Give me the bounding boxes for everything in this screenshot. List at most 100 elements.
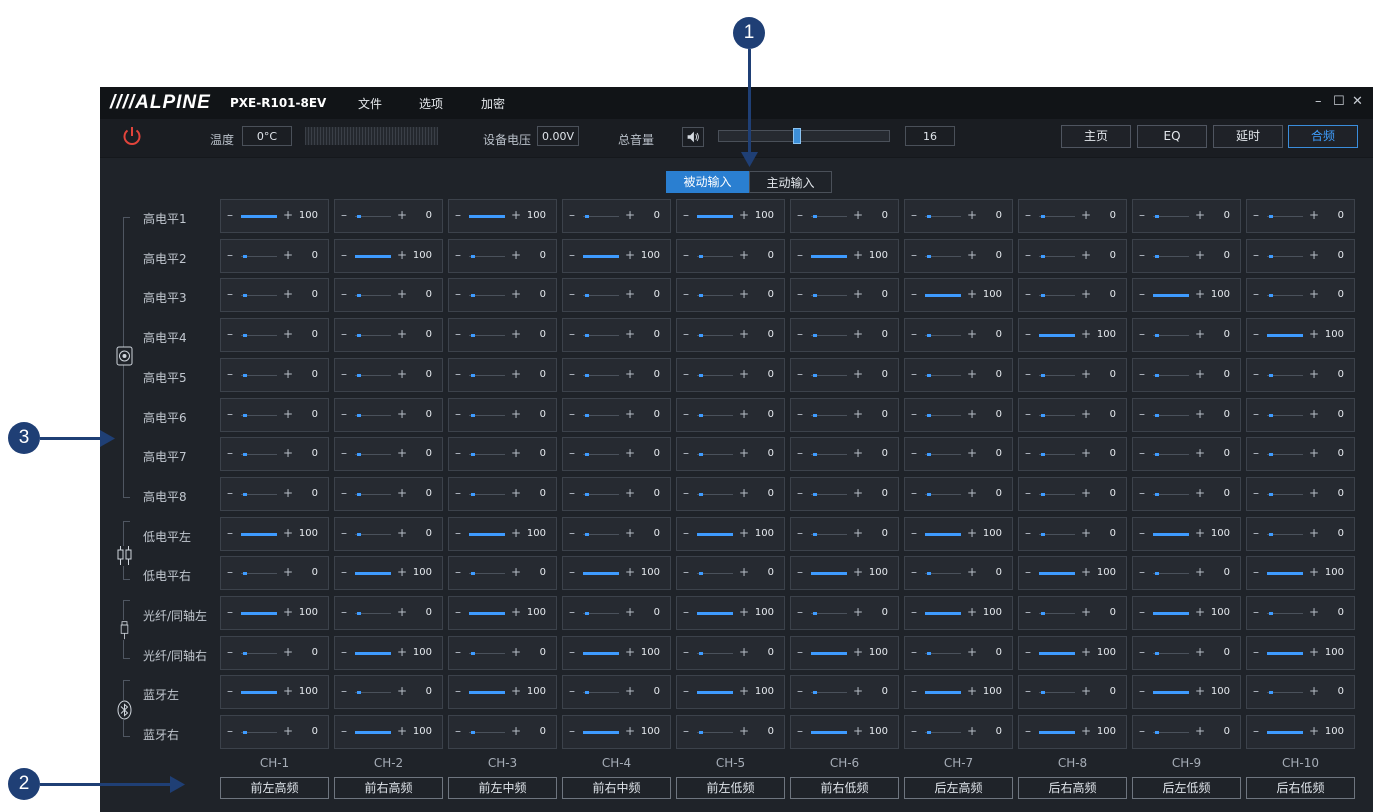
decrease-button[interactable]: – bbox=[227, 327, 233, 341]
decrease-button[interactable]: – bbox=[797, 407, 803, 421]
maximize-icon[interactable]: ☐ bbox=[1333, 94, 1345, 109]
mix-cell[interactable]: – +0 bbox=[904, 556, 1013, 591]
increase-button[interactable]: + bbox=[283, 605, 293, 619]
increase-button[interactable]: + bbox=[853, 446, 863, 460]
increase-button[interactable]: + bbox=[1195, 327, 1205, 341]
mix-cell[interactable]: – +0 bbox=[1246, 675, 1355, 710]
level-slider[interactable] bbox=[355, 215, 391, 218]
level-slider[interactable] bbox=[1153, 532, 1189, 536]
mix-cell[interactable]: – +100 bbox=[904, 278, 1013, 313]
mix-cell[interactable]: – +0 bbox=[676, 476, 785, 511]
increase-button[interactable]: + bbox=[853, 526, 863, 540]
increase-button[interactable]: + bbox=[625, 565, 635, 579]
decrease-button[interactable]: – bbox=[341, 526, 347, 540]
decrease-button[interactable]: – bbox=[569, 367, 575, 381]
decrease-button[interactable]: – bbox=[341, 327, 347, 341]
level-slider[interactable] bbox=[469, 453, 505, 457]
mix-cell[interactable]: – +100 bbox=[676, 516, 785, 551]
mix-cell[interactable]: – +0 bbox=[1246, 238, 1355, 273]
increase-button[interactable]: + bbox=[1081, 486, 1091, 500]
increase-button[interactable]: + bbox=[967, 446, 977, 460]
level-slider[interactable] bbox=[697, 215, 733, 218]
mix-cell[interactable]: – +100 bbox=[676, 675, 785, 710]
level-slider[interactable] bbox=[1267, 731, 1303, 735]
level-slider[interactable] bbox=[925, 373, 961, 377]
level-slider[interactable] bbox=[811, 373, 847, 377]
increase-button[interactable]: + bbox=[511, 645, 521, 659]
decrease-button[interactable]: – bbox=[1025, 248, 1031, 262]
decrease-button[interactable]: – bbox=[797, 684, 803, 698]
decrease-button[interactable]: – bbox=[455, 327, 461, 341]
level-slider[interactable] bbox=[355, 532, 391, 536]
mix-cell[interactable]: – +100 bbox=[790, 715, 899, 750]
decrease-button[interactable]: – bbox=[683, 565, 689, 579]
mix-cell[interactable]: – +0 bbox=[220, 476, 329, 511]
decrease-button[interactable]: – bbox=[1025, 605, 1031, 619]
increase-button[interactable]: + bbox=[1195, 724, 1205, 738]
increase-button[interactable]: + bbox=[283, 287, 293, 301]
mix-cell[interactable]: – +100 bbox=[904, 675, 1013, 710]
increase-button[interactable]: + bbox=[511, 446, 521, 460]
volume-slider-thumb[interactable] bbox=[792, 128, 801, 144]
decrease-button[interactable]: – bbox=[683, 486, 689, 500]
increase-button[interactable]: + bbox=[1081, 645, 1091, 659]
level-slider[interactable] bbox=[697, 453, 733, 457]
increase-button[interactable]: + bbox=[511, 287, 521, 301]
level-slider[interactable] bbox=[1039, 691, 1075, 695]
level-slider[interactable] bbox=[925, 691, 961, 695]
mix-cell[interactable]: – +0 bbox=[1018, 476, 1127, 511]
increase-button[interactable]: + bbox=[1309, 248, 1319, 262]
level-slider[interactable] bbox=[697, 572, 733, 576]
level-slider[interactable] bbox=[469, 731, 505, 735]
mix-cell[interactable]: – +0 bbox=[220, 437, 329, 472]
level-slider[interactable] bbox=[925, 294, 961, 298]
channel-label-button[interactable]: 前右高频 bbox=[334, 777, 443, 799]
decrease-button[interactable]: – bbox=[455, 684, 461, 698]
nav-home-button[interactable]: 主页 bbox=[1061, 125, 1131, 148]
decrease-button[interactable]: – bbox=[227, 407, 233, 421]
mix-cell[interactable]: – +0 bbox=[334, 357, 443, 392]
increase-button[interactable]: + bbox=[397, 565, 407, 579]
level-slider[interactable] bbox=[355, 731, 391, 735]
mix-cell[interactable]: – +0 bbox=[1246, 596, 1355, 630]
mix-cell[interactable]: – +0 bbox=[334, 278, 443, 313]
channel-label-button[interactable]: 后右低频 bbox=[1246, 777, 1355, 799]
increase-button[interactable]: + bbox=[853, 208, 863, 222]
mix-cell[interactable]: – +0 bbox=[220, 635, 329, 670]
increase-button[interactable]: + bbox=[625, 645, 635, 659]
decrease-button[interactable]: – bbox=[569, 565, 575, 579]
increase-button[interactable]: + bbox=[739, 565, 749, 579]
level-slider[interactable] bbox=[241, 612, 277, 615]
mix-cell[interactable]: – +0 bbox=[562, 357, 671, 392]
mix-cell[interactable]: – +0 bbox=[1246, 397, 1355, 432]
decrease-button[interactable]: – bbox=[1139, 605, 1145, 619]
level-slider[interactable] bbox=[583, 612, 619, 615]
level-slider[interactable] bbox=[1039, 731, 1075, 735]
level-slider[interactable] bbox=[241, 453, 277, 457]
mix-cell[interactable]: – +100 bbox=[562, 556, 671, 591]
level-slider[interactable] bbox=[1153, 453, 1189, 457]
increase-button[interactable]: + bbox=[283, 327, 293, 341]
decrease-button[interactable]: – bbox=[227, 605, 233, 619]
decrease-button[interactable]: – bbox=[911, 287, 917, 301]
level-slider[interactable] bbox=[811, 731, 847, 735]
decrease-button[interactable]: – bbox=[1253, 486, 1259, 500]
increase-button[interactable]: + bbox=[1195, 684, 1205, 698]
decrease-button[interactable]: – bbox=[1025, 645, 1031, 659]
mix-cell[interactable]: – +0 bbox=[1246, 278, 1355, 313]
increase-button[interactable]: + bbox=[1195, 208, 1205, 222]
increase-button[interactable]: + bbox=[1081, 367, 1091, 381]
level-slider[interactable] bbox=[1153, 492, 1189, 496]
increase-button[interactable]: + bbox=[283, 446, 293, 460]
increase-button[interactable]: + bbox=[511, 684, 521, 698]
mix-cell[interactable]: – +100 bbox=[676, 199, 785, 233]
decrease-button[interactable]: – bbox=[1253, 327, 1259, 341]
nav-delay-button[interactable]: 延时 bbox=[1213, 125, 1283, 148]
decrease-button[interactable]: – bbox=[455, 486, 461, 500]
mix-cell[interactable]: – +0 bbox=[220, 715, 329, 750]
decrease-button[interactable]: – bbox=[1139, 327, 1145, 341]
decrease-button[interactable]: – bbox=[683, 287, 689, 301]
mix-cell[interactable]: – +0 bbox=[1246, 516, 1355, 551]
increase-button[interactable]: + bbox=[511, 367, 521, 381]
mix-cell[interactable]: – +0 bbox=[562, 516, 671, 551]
